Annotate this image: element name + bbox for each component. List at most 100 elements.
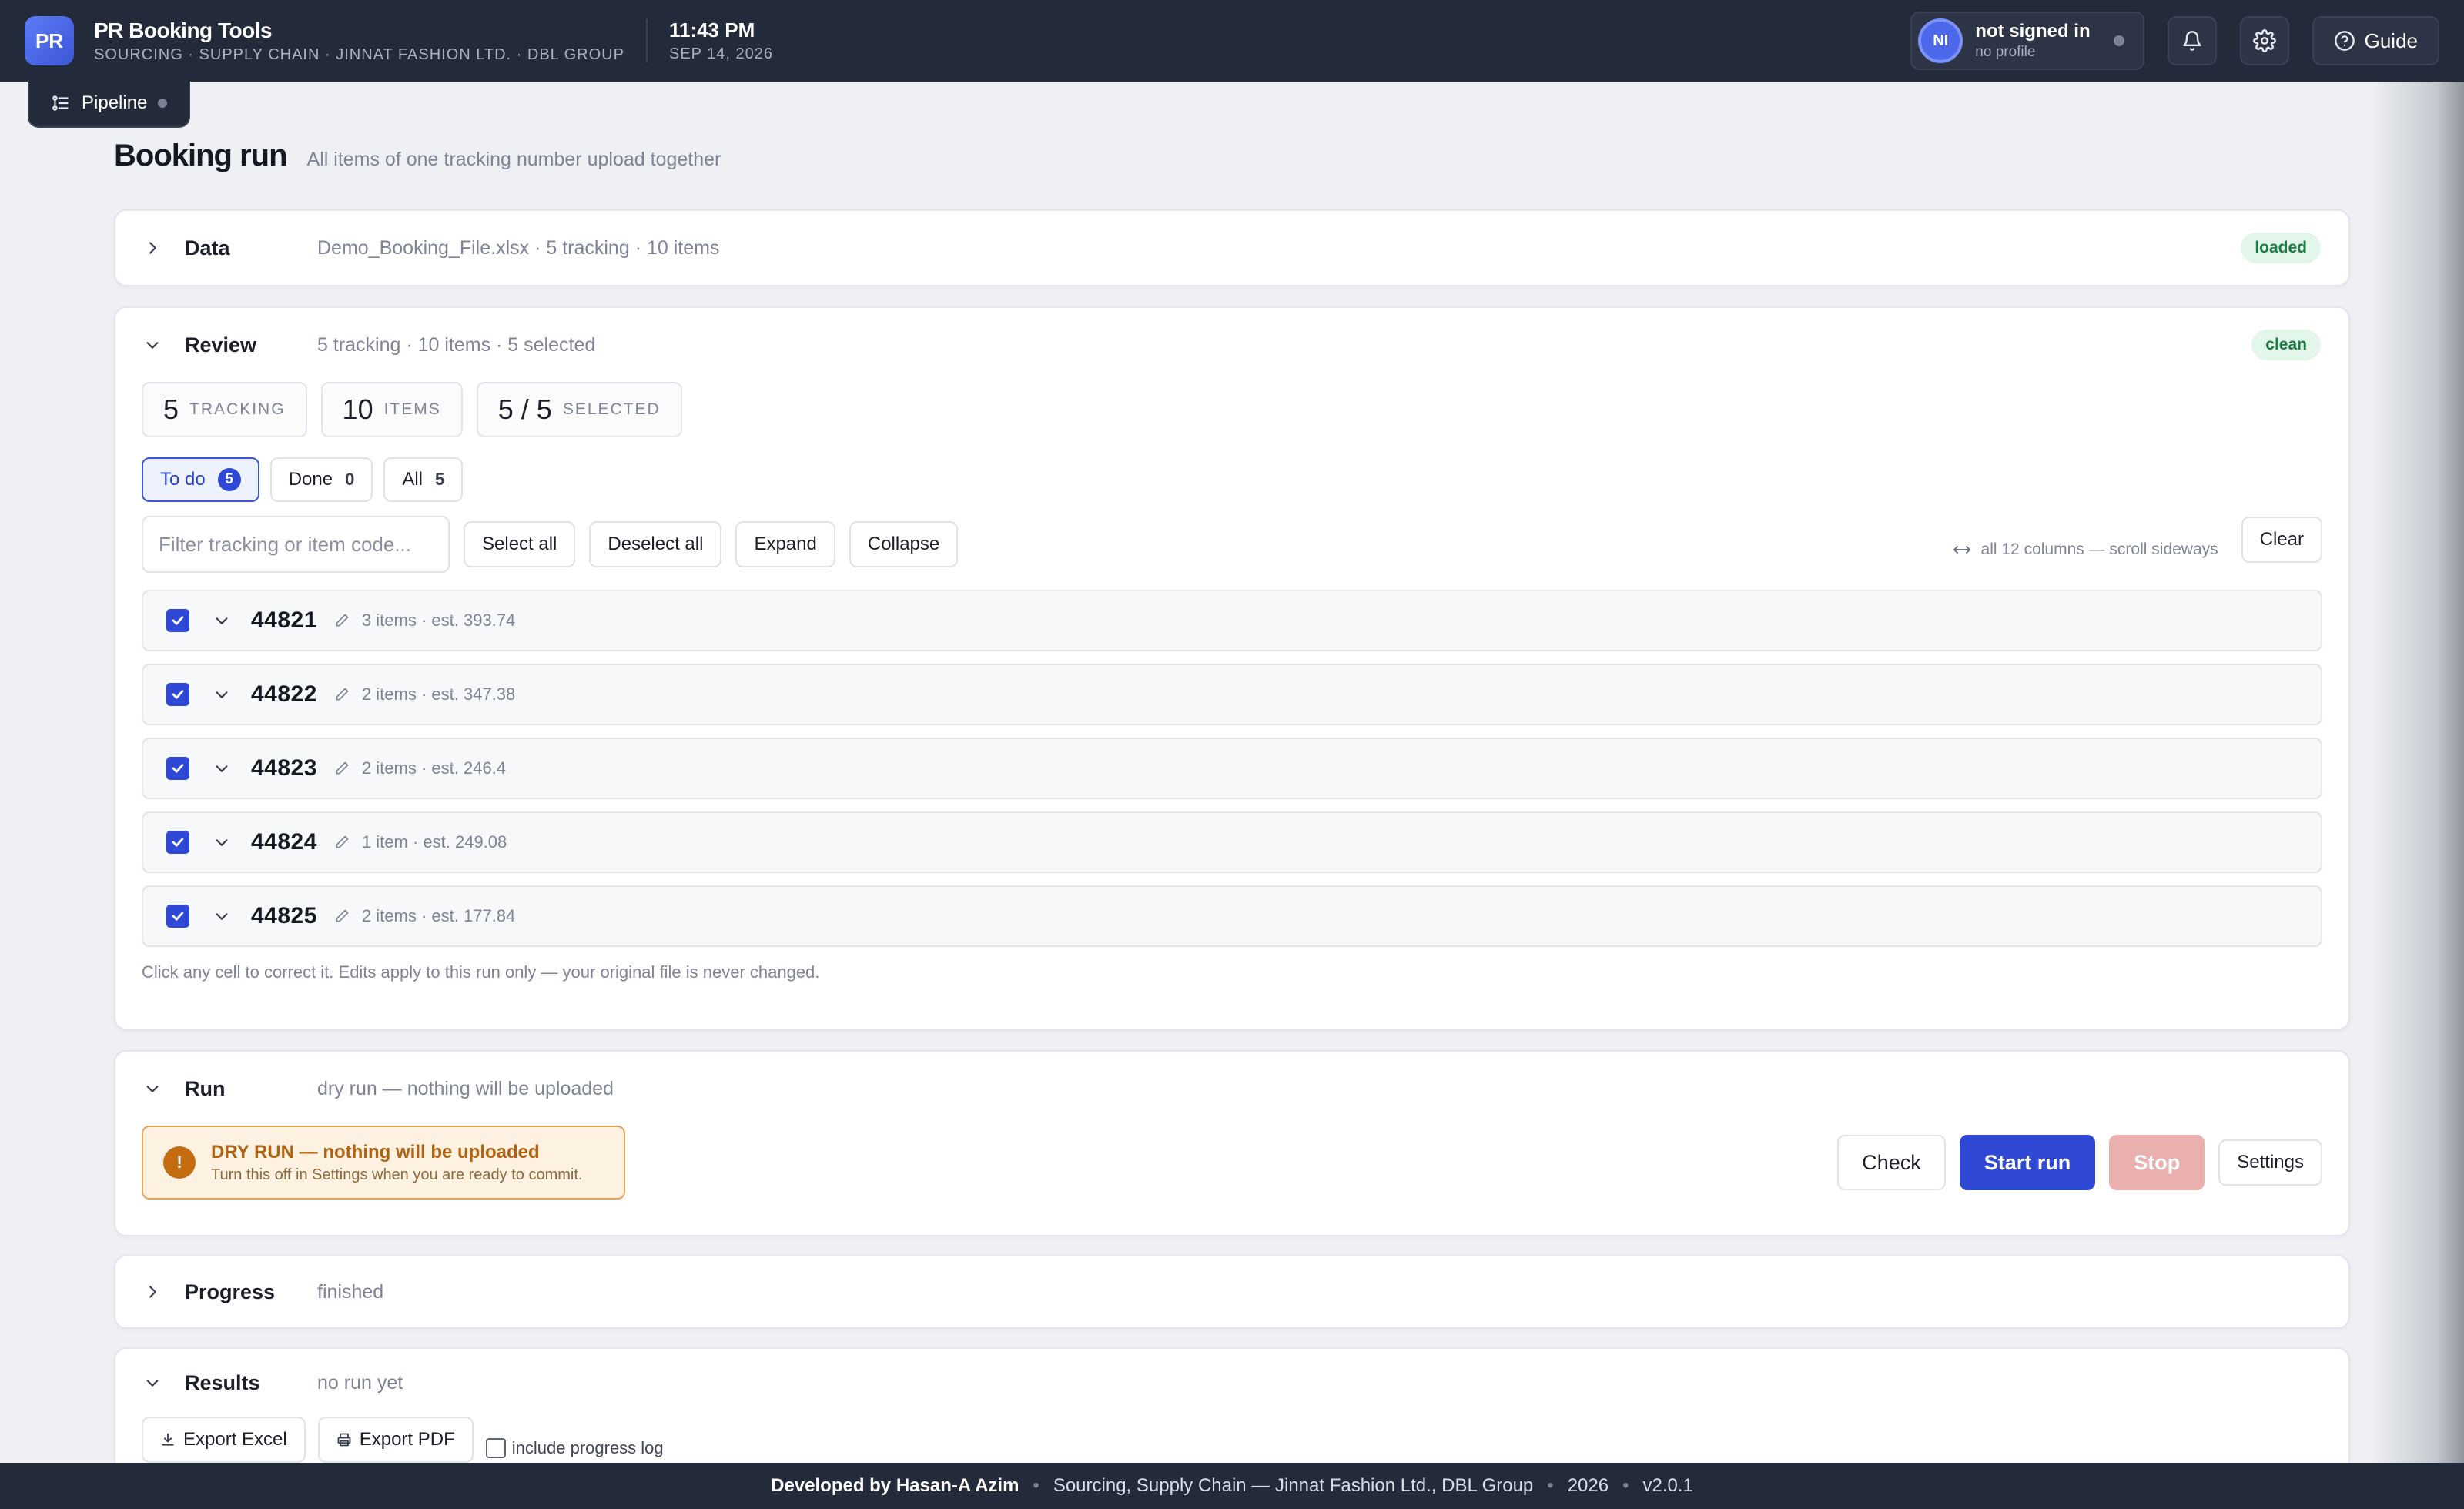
profile-chip[interactable]: NI not signed in no profile: [1910, 12, 2144, 70]
progress-card: Progress finished: [114, 1255, 2350, 1329]
export-excel-button[interactable]: Export Excel: [142, 1417, 306, 1463]
export-pdf-button[interactable]: Export PDF: [317, 1417, 474, 1463]
footer-year: 2026: [1567, 1475, 1609, 1496]
settings-button[interactable]: [2239, 16, 2289, 65]
pipeline-tab[interactable]: Pipeline: [28, 80, 191, 128]
stat-label: SELECTED: [562, 400, 661, 418]
chevron-down-icon[interactable]: [213, 611, 231, 630]
stop-button[interactable]: Stop: [2109, 1135, 2205, 1190]
review-card-header[interactable]: Review 5 tracking · 10 items · 5 selecte…: [116, 308, 2348, 382]
scroll-hint: all 12 columns — scroll sideways: [1952, 540, 2218, 559]
start-run-button[interactable]: Start run: [1959, 1135, 2096, 1190]
row-meta: 2 items · est. 246.4: [361, 758, 507, 778]
review-card-meta: 5 tracking · 10 items · 5 selected: [317, 333, 596, 356]
clock: 11:43 PM SEP 14, 2026: [669, 18, 773, 63]
deselect-all-button[interactable]: Deselect all: [589, 521, 722, 567]
tracking-number: 44824: [251, 829, 317, 855]
review-card-title: Review: [185, 333, 257, 356]
row-checkbox[interactable]: [166, 905, 189, 928]
stat-number: 10: [342, 393, 373, 425]
data-card-header[interactable]: Data Demo_Booking_File.xlsx · 5 tracking…: [116, 211, 2348, 285]
results-card-meta: no run yet: [317, 1371, 403, 1394]
stat-selected: 5 / 5 SELECTED: [476, 382, 682, 437]
check-icon: [172, 616, 184, 625]
pencil-icon[interactable]: [334, 908, 350, 924]
main-content: Booking run All items of one tracking nu…: [114, 139, 2350, 1486]
select-all-button[interactable]: Select all: [464, 521, 576, 567]
notifications-button[interactable]: [2167, 16, 2217, 65]
chevron-down-icon[interactable]: [213, 685, 231, 704]
bell-icon: [2182, 31, 2201, 51]
table-row[interactable]: 44821 3 items · est. 393.74: [142, 590, 2322, 651]
clear-button[interactable]: Clear: [2241, 517, 2322, 563]
check-button[interactable]: Check: [1837, 1135, 1946, 1190]
clock-time: 11:43 PM: [668, 18, 755, 42]
search-input[interactable]: [142, 516, 450, 573]
tab-done[interactable]: Done 0: [270, 457, 373, 502]
status-dot: [2113, 35, 2124, 46]
table-row[interactable]: 44822 2 items · est. 347.38: [142, 664, 2322, 725]
run-card-header[interactable]: Run dry run — nothing will be uploaded: [116, 1052, 2348, 1126]
dry-run-sub: Turn this off in Settings when you are r…: [211, 1166, 583, 1183]
filter-tabs: To do 5 Done 0 All 5: [116, 457, 2348, 502]
footer: Developed by Hasan-A Azim • Sourcing, Su…: [0, 1463, 2464, 1509]
table-row[interactable]: 44824 1 item · est. 249.08: [142, 811, 2322, 873]
table-row[interactable]: 44825 2 items · est. 177.84: [142, 885, 2322, 947]
export-pdf-label: Export PDF: [359, 1429, 455, 1450]
app-subtitle: SOURCING · SUPPLY CHAIN · JINNAT FASHION…: [94, 45, 624, 63]
include-log-checkbox[interactable]: [485, 1438, 506, 1458]
footer-separator: •: [1622, 1475, 1629, 1496]
guide-label: Guide: [2364, 28, 2418, 52]
expand-button[interactable]: Expand: [735, 521, 835, 567]
tab-todo[interactable]: To do 5: [142, 457, 259, 502]
guide-button[interactable]: Guide: [2312, 16, 2439, 65]
tab-count: 5: [217, 468, 241, 491]
app-logo: PR: [25, 16, 74, 65]
table-row[interactable]: 44823 2 items · est. 246.4: [142, 738, 2322, 799]
status-badge: loaded: [2241, 233, 2321, 263]
data-card-meta: Demo_Booking_File.xlsx · 5 tracking · 10…: [317, 236, 720, 259]
row-checkbox[interactable]: [166, 757, 189, 780]
collapse-button[interactable]: Collapse: [849, 521, 959, 567]
chevron-right-icon: [143, 1283, 162, 1301]
chevron-down-icon[interactable]: [213, 833, 231, 852]
row-checkbox[interactable]: [166, 831, 189, 854]
pencil-icon[interactable]: [334, 761, 350, 776]
app-title: PR Booking Tools: [94, 18, 273, 42]
dry-run-text: DRY RUN — nothing will be uploaded Turn …: [211, 1142, 582, 1184]
progress-card-title: Progress: [185, 1280, 276, 1303]
stat-tracking: 5 TRACKING: [142, 382, 307, 437]
run-card: Run dry run — nothing will be uploaded !…: [114, 1050, 2350, 1236]
run-settings-button[interactable]: Settings: [2218, 1139, 2322, 1186]
tab-label: All: [402, 469, 424, 490]
tracking-number: 44821: [251, 607, 317, 633]
results-card-title: Results: [185, 1370, 260, 1394]
stat-items: 10 ITEMS: [320, 382, 463, 437]
row-meta: 2 items · est. 347.38: [361, 684, 516, 704]
tab-count: 5: [435, 470, 445, 489]
status-badge: clean: [2251, 330, 2321, 360]
tab-all[interactable]: All 5: [383, 457, 464, 502]
results-card-header[interactable]: Results no run yet: [116, 1349, 2348, 1417]
pencil-icon[interactable]: [334, 613, 350, 628]
pencil-icon[interactable]: [334, 687, 350, 702]
pipeline-status-dot: [158, 99, 168, 108]
run-card-title: Run: [185, 1076, 226, 1100]
row-checkbox[interactable]: [166, 609, 189, 632]
chevron-down-icon: [143, 1079, 162, 1098]
chevron-down-icon[interactable]: [213, 759, 231, 778]
progress-card-meta: finished: [317, 1280, 384, 1303]
check-icon: [172, 838, 184, 847]
review-footnote: Click any cell to correct it. Edits appl…: [142, 962, 820, 982]
profile-sub: no profile: [1975, 44, 2036, 60]
footer-separator: •: [1547, 1475, 1554, 1496]
footer-separator: •: [1033, 1475, 1040, 1496]
pencil-icon[interactable]: [334, 835, 350, 850]
include-log-option[interactable]: include progress log: [485, 1438, 664, 1458]
check-icon: [172, 912, 184, 921]
progress-card-header[interactable]: Progress finished: [116, 1256, 2348, 1327]
pipeline-label: Pipeline: [82, 92, 148, 113]
chevron-down-icon[interactable]: [213, 907, 231, 925]
row-checkbox[interactable]: [166, 683, 189, 706]
header-actions: NI not signed in no profile Guide: [1910, 12, 2439, 70]
